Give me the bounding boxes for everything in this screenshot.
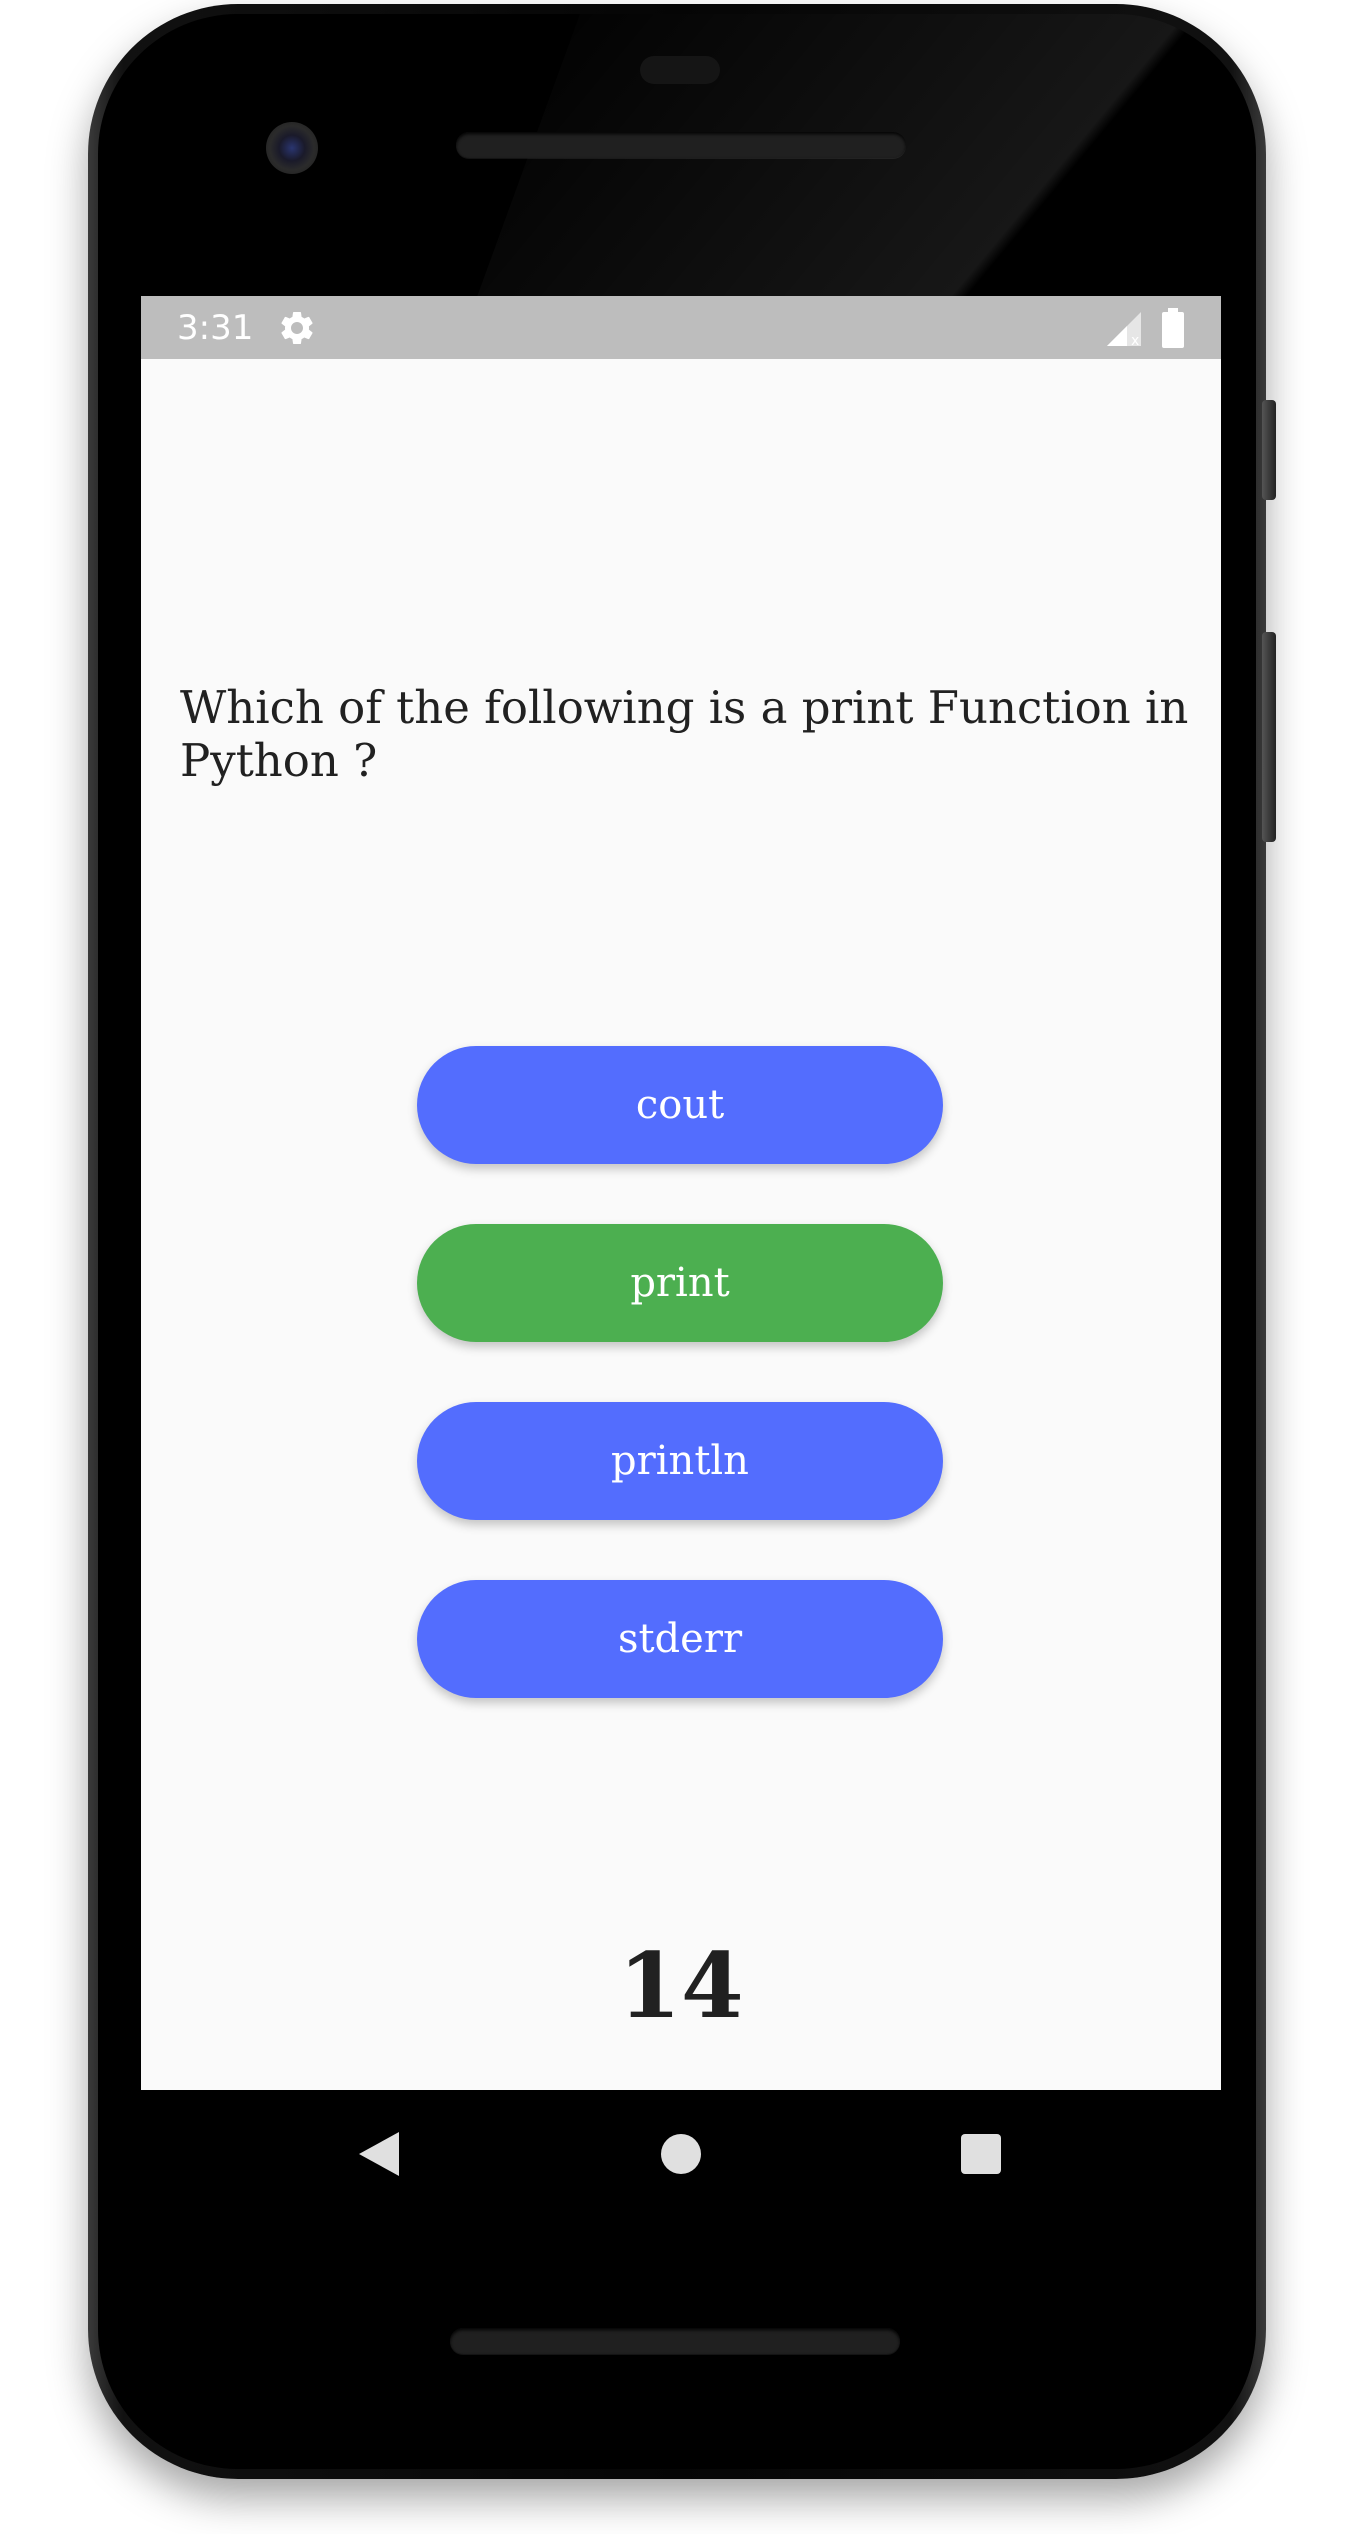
score-counter: 14: [618, 1933, 744, 2039]
navigation-bar: [141, 2090, 1221, 2216]
signal-icon: x: [1107, 312, 1141, 346]
gear-icon: [281, 312, 313, 344]
status-time: 3:31: [177, 308, 254, 348]
app-screen: 3:31 x Which of the following is a print…: [141, 296, 1221, 2090]
answer-button-stderr[interactable]: stderr: [417, 1580, 943, 1698]
svg-text:x: x: [1131, 333, 1139, 346]
status-bar: 3:31 x: [141, 296, 1221, 359]
earpiece-speaker: [456, 132, 906, 158]
proximity-sensor: [640, 56, 720, 84]
answer-button-print[interactable]: print: [417, 1224, 943, 1342]
volume-rocker: [1262, 632, 1276, 842]
power-button: [1262, 400, 1276, 500]
home-icon[interactable]: [661, 2134, 701, 2174]
device-frame-stage: 3:31 x Which of the following is a print…: [0, 0, 1370, 2534]
question-text: Which of the following is a print Functi…: [180, 681, 1189, 787]
back-icon[interactable]: [359, 2132, 399, 2176]
front-camera-icon: [266, 122, 318, 174]
battery-icon: [1162, 308, 1184, 348]
recents-icon[interactable]: [961, 2134, 1001, 2174]
answer-button-println[interactable]: println: [417, 1402, 943, 1520]
answer-button-cout[interactable]: cout: [417, 1046, 943, 1164]
bottom-speaker: [450, 2328, 900, 2354]
